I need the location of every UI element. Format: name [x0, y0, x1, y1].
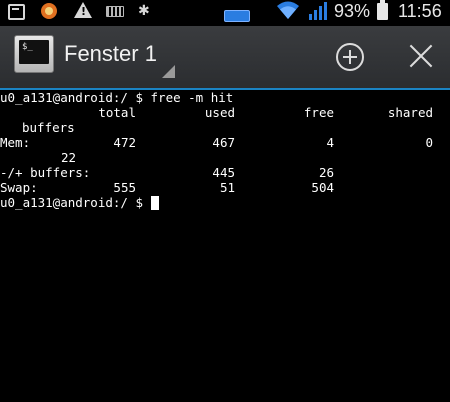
header-used: used — [204, 105, 235, 120]
mem-used: 467 — [212, 135, 235, 150]
android-debug-icon: ✱ — [138, 3, 150, 19]
spinner-arrow-icon — [162, 65, 175, 78]
terminal-line-mem-wrap: 22 — [0, 150, 450, 165]
swap-free: 504 — [311, 180, 334, 195]
swap-used: 51 — [219, 180, 235, 195]
battery-small-icon — [224, 10, 250, 22]
terminal-icon-prompt: $_ — [22, 42, 33, 52]
header-buffers: buffers — [22, 120, 75, 135]
window-title-spinner[interactable]: Fenster 1 — [64, 41, 157, 67]
app-notification-icon — [41, 3, 57, 19]
terminal-line-header-wrap: buffers — [0, 120, 450, 135]
terminal-output[interactable]: u0_a131@android:/ $ free -m hit total us… — [0, 90, 450, 402]
mem-free: 4 — [326, 135, 334, 150]
battery-percent: 93% — [334, 1, 371, 21]
header-free: free — [303, 105, 334, 120]
buffers-free: 26 — [318, 165, 334, 180]
terminal-line-prompt: u0_a131@android:/ $ — [0, 195, 450, 210]
buffers-label: -/+ buffers: — [0, 165, 91, 180]
terminal-line-command: u0_a131@android:/ $ free -m hit — [0, 90, 450, 105]
mem-label: Mem: — [0, 135, 31, 150]
terminal-line-mem: Mem: 472 467 4 0 — [0, 135, 450, 150]
terminal-line-buffers: -/+ buffers: 445 26 — [0, 165, 450, 180]
signal-icon — [309, 2, 327, 20]
mem-shared: 0 — [425, 135, 433, 150]
mem-total: 472 — [113, 135, 136, 150]
clock: 11:56 — [398, 1, 442, 21]
gallery-icon — [8, 4, 25, 20]
terminal-line-swap: Swap: 555 51 504 — [0, 180, 450, 195]
prompt-command: u0_a131@android:/ $ free -m hit — [0, 90, 234, 105]
terminal-icon-screen: $_ — [19, 40, 49, 64]
swap-total: 555 — [113, 180, 136, 195]
wifi-icon — [277, 1, 299, 19]
swap-label: Swap: — [0, 180, 38, 195]
battery-icon — [377, 0, 388, 20]
close-icon[interactable] — [406, 41, 436, 71]
mem-buffers: 22 — [60, 150, 76, 165]
terminal-line-header: total used free shared — [0, 105, 450, 120]
add-circle-icon[interactable] — [336, 43, 364, 71]
header-total: total — [98, 105, 136, 120]
text-cursor — [151, 196, 159, 210]
keyboard-icon — [106, 6, 124, 17]
buffers-used: 445 — [212, 165, 235, 180]
prompt: u0_a131@android:/ $ — [0, 195, 151, 210]
status-bar: ✱ 93% 11:56 — [0, 0, 450, 26]
action-bar: $_ Fenster 1 — [0, 26, 450, 90]
header-shared: shared — [387, 105, 433, 120]
warning-icon — [74, 2, 92, 18]
terminal-icon[interactable]: $_ — [14, 35, 54, 73]
